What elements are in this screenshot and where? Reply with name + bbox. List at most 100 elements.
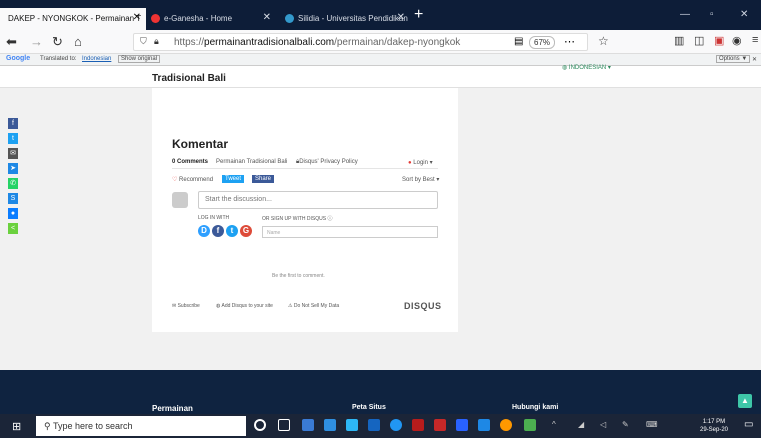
footer-heading-sitemap: Peta Situs: [352, 404, 386, 411]
google-login-icon[interactable]: G: [240, 225, 252, 237]
privacy-policy-link[interactable]: 🔒︎Disqus' Privacy Policy: [296, 159, 358, 166]
chat-icon[interactable]: [524, 419, 536, 431]
messenger-share-icon[interactable]: ●: [8, 208, 18, 219]
do-not-sell-link[interactable]: ⚠ Do Not Sell My Data: [288, 303, 339, 309]
scroll-to-top-button[interactable]: ▲: [738, 394, 752, 408]
app-icon[interactable]: [456, 419, 468, 431]
sidebar-icon[interactable]: ◫: [694, 34, 704, 47]
email-share-icon[interactable]: ✉: [8, 148, 18, 159]
url-bar[interactable]: ⛉ 🔒︎ https://permainantradisionalbali.co…: [133, 33, 588, 51]
facebook-login-icon[interactable]: f: [212, 225, 224, 237]
close-icon[interactable]: ✕: [133, 12, 141, 23]
tab-label: Silidia - Universitas Pendidikan: [298, 14, 408, 23]
recommend-button[interactable]: ♡ Recommend: [172, 176, 213, 183]
calendar-icon[interactable]: [324, 419, 336, 431]
avatar: [172, 192, 188, 208]
home-icon[interactable]: ⌂: [74, 34, 82, 49]
forward-icon[interactable]: →: [30, 34, 43, 49]
pocket-icon[interactable]: ▣: [714, 34, 724, 47]
task-view-icon[interactable]: [278, 419, 290, 431]
discussion-input[interactable]: Start the discussion...: [198, 191, 438, 209]
divider: [172, 168, 438, 169]
tab-label: DAKEP - NYONGKOK - Permainan T: [8, 14, 142, 23]
tab-dakep[interactable]: DAKEP - NYONGKOK - Permainan T ✕: [0, 8, 146, 30]
pen-icon[interactable]: ✎: [622, 420, 629, 429]
powerpoint-icon[interactable]: [412, 419, 424, 431]
add-disqus-link[interactable]: ◍ Add Disqus to your site: [216, 303, 273, 309]
twitter-share-icon[interactable]: t: [8, 133, 18, 144]
taskbar-search[interactable]: ⚲ Type here to search: [36, 416, 246, 436]
name-input[interactable]: Name: [262, 226, 438, 238]
tab-label: e-Ganesha - Home: [164, 14, 233, 23]
notifications-icon[interactable]: ▭: [744, 419, 753, 430]
language-menu[interactable]: ◍ INDONESIAN ▾: [562, 64, 611, 71]
menu-icon[interactable]: ≡: [752, 34, 758, 46]
close-window-icon[interactable]: ✕: [740, 9, 748, 20]
tweet-button[interactable]: Tweet: [222, 175, 245, 183]
comments-card: Komentar 0 Comments Permainan Tradisiona…: [152, 88, 458, 332]
page-actions-icon[interactable]: ⋯: [564, 35, 575, 48]
whatsapp-share-icon[interactable]: ✆: [8, 178, 18, 189]
minimize-icon[interactable]: —: [680, 9, 690, 20]
options-button[interactable]: Options ▼: [716, 55, 751, 63]
skype-share-icon[interactable]: S: [8, 193, 18, 204]
zoom-badge[interactable]: 67%: [529, 36, 556, 49]
close-icon[interactable]: ✕: [752, 56, 757, 63]
sort-select[interactable]: Sort by Best ▾: [402, 176, 439, 183]
search-icon: ⚲: [44, 421, 51, 431]
volume-icon[interactable]: ◁: [600, 420, 606, 429]
login-button[interactable]: ● Login ▾: [408, 159, 433, 166]
chrome-icon[interactable]: [390, 419, 402, 431]
new-tab-icon[interactable]: +: [414, 6, 423, 24]
tab-silidia[interactable]: Silidia - Universitas Pendidikan ✕: [280, 8, 410, 30]
keyboard-icon[interactable]: ⌨: [646, 420, 658, 429]
globe-icon: ◍: [562, 65, 568, 71]
account-icon[interactable]: ◉: [732, 34, 742, 47]
firefox-icon[interactable]: [500, 419, 512, 431]
cortana-icon[interactable]: [254, 419, 266, 431]
star-icon[interactable]: ☆: [598, 34, 609, 48]
library-icon[interactable]: ▥: [674, 34, 684, 47]
tab-favicon-icon: [285, 14, 294, 23]
close-icon[interactable]: ✕: [263, 12, 271, 23]
site-footer: Permainan Peta Situs Hubungi kami: [0, 370, 761, 414]
community-link[interactable]: Permainan Tradisional Bali: [216, 159, 287, 165]
twitter-login-icon[interactable]: t: [226, 225, 238, 237]
network-icon[interactable]: ◢: [578, 420, 584, 429]
language-select[interactable]: Indonesian: [82, 56, 111, 62]
telegram-share-icon[interactable]: ➤: [8, 163, 18, 174]
maximize-icon[interactable]: ▫: [710, 9, 714, 20]
edge-icon[interactable]: [302, 419, 314, 431]
show-original-button[interactable]: Show original: [118, 55, 161, 63]
disqus-login-icon: ●: [408, 160, 412, 166]
footer-heading-permainan: Permainan: [152, 404, 193, 413]
system-clock[interactable]: 1:17 PM 29-Sep-20: [700, 418, 728, 434]
tray-chevron-icon[interactable]: ^: [552, 420, 556, 429]
tab-eganesha[interactable]: e-Ganesha - Home ✕: [146, 8, 276, 30]
windows-start-icon[interactable]: ⊞: [12, 420, 21, 433]
close-icon[interactable]: ✕: [397, 12, 405, 23]
comments-count[interactable]: 0 Comments: [172, 159, 208, 165]
translate-bar: Google Translated to: Indonesian Show or…: [0, 54, 761, 66]
share-icon[interactable]: <: [8, 223, 18, 234]
comments-title: Komentar: [172, 137, 229, 151]
disqus-login-icon[interactable]: D: [198, 225, 210, 237]
facebook-share-icon[interactable]: f: [8, 118, 18, 129]
word-icon[interactable]: [478, 419, 490, 431]
tab-favicon-icon: [151, 14, 160, 23]
reader-icon[interactable]: ▤: [514, 36, 523, 47]
disqus-logo[interactable]: DISQUS: [404, 301, 442, 311]
subscribe-link[interactable]: ✉ Subscribe: [172, 303, 200, 309]
pdf-icon[interactable]: [434, 419, 446, 431]
share-button[interactable]: Share: [252, 175, 275, 183]
social-share-bar: f t ✉ ➤ ✆ S ● <: [8, 118, 18, 254]
reload-icon[interactable]: ↻: [52, 34, 63, 50]
site-brand[interactable]: Tradisional Bali: [152, 73, 226, 84]
url-text: https://permainantradisionalbali.com/per…: [174, 37, 461, 48]
mail-icon[interactable]: [368, 419, 380, 431]
back-icon[interactable]: ⬅: [6, 34, 17, 50]
store-icon[interactable]: [346, 419, 358, 431]
nav-bar: ⬅ → ↻ ⌂ ⛉ 🔒︎ https://permainantradisiona…: [0, 30, 761, 54]
site-header: Tradisional Bali ◍ INDONESIAN ▾: [0, 64, 761, 88]
footer-heading-contact: Hubungi kami: [512, 404, 559, 411]
